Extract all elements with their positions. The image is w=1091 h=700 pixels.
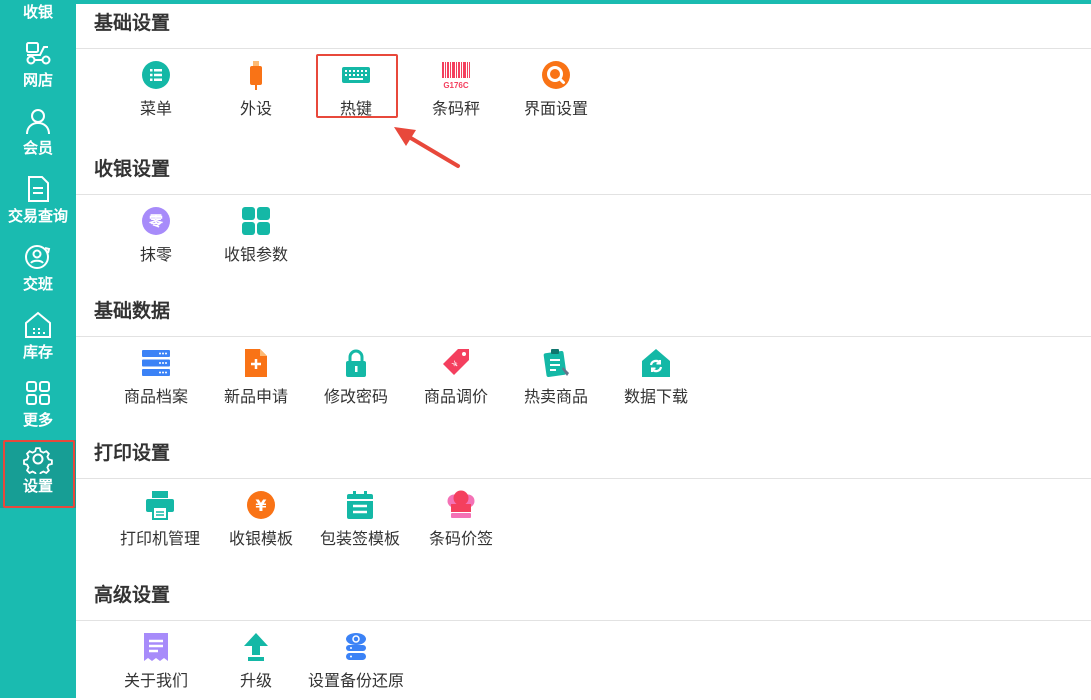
tile-upgrade[interactable]: 升级 bbox=[206, 628, 306, 700]
tile-about-us[interactable]: 关于我们 bbox=[106, 628, 206, 700]
section-title: 基础数据 bbox=[94, 300, 171, 322]
lock-icon bbox=[339, 346, 373, 380]
person-icon bbox=[23, 106, 53, 136]
sidebar-item-cashier[interactable]: 收银 bbox=[0, 0, 76, 26]
chef-hat-icon bbox=[444, 488, 478, 522]
tile-menu[interactable]: 菜单 bbox=[106, 56, 206, 128]
barcode-icon: G176C bbox=[439, 58, 473, 92]
tile-product-archive[interactable]: 商品档案 bbox=[106, 344, 206, 416]
sidebar-item-label: 收银 bbox=[22, 3, 53, 21]
divider bbox=[76, 620, 1091, 621]
tile-change-password[interactable]: 修改密码 bbox=[306, 344, 406, 416]
section-cashier-settings: 收银设置 零 抹零 收银参数 bbox=[76, 150, 1091, 292]
divider bbox=[76, 478, 1091, 479]
tile-cashier-params[interactable]: 收银参数 bbox=[206, 202, 306, 274]
refresh-house-icon bbox=[639, 346, 673, 380]
divider bbox=[76, 336, 1091, 337]
search-circle-icon bbox=[539, 58, 573, 92]
delivery-scooter-icon bbox=[23, 38, 53, 68]
section-basic-data: 基础数据 商品档案 新品申请 修改密码 ¥ 商品调价 热卖商品 数据下载 bbox=[76, 292, 1091, 434]
section-advanced-settings: 高级设置 关于我们 升级 设置备份还原 bbox=[76, 576, 1091, 698]
grid-icon bbox=[23, 378, 53, 408]
divider bbox=[76, 194, 1091, 195]
tile-cashier-template[interactable]: ¥ 收银模板 bbox=[211, 486, 311, 558]
sidebar-item-inventory[interactable]: 库存 bbox=[0, 306, 76, 374]
document-icon bbox=[23, 174, 53, 204]
cloud-database-icon bbox=[339, 630, 373, 664]
price-tag-icon: ¥ bbox=[439, 346, 473, 380]
divider bbox=[76, 48, 1091, 49]
section-title: 高级设置 bbox=[94, 584, 171, 606]
usb-device-icon bbox=[239, 58, 273, 92]
section-basic-settings: 基础设置 菜单 外设 热键 G176C 条码秤 界面设置 bbox=[76, 4, 1091, 168]
tile-product-price-adjust[interactable]: ¥ 商品调价 bbox=[406, 344, 506, 416]
zero-badge-icon: 零 bbox=[139, 204, 173, 238]
section-title: 基础设置 bbox=[94, 12, 171, 34]
sidebar-item-shift[interactable]: 交班 bbox=[0, 238, 76, 306]
tile-new-product-request[interactable]: 新品申请 bbox=[206, 344, 306, 416]
tile-barcode-price-label[interactable]: 条码价签 bbox=[411, 486, 511, 558]
warehouse-icon bbox=[23, 310, 53, 340]
tile-peripherals[interactable]: 外设 bbox=[206, 56, 306, 128]
zero-badge-icon-text: 零 bbox=[148, 213, 164, 230]
tile-backup-restore[interactable]: 设置备份还原 bbox=[306, 628, 406, 700]
tile-hot-products[interactable]: 热卖商品 bbox=[506, 344, 606, 416]
tile-data-download[interactable]: 数据下载 bbox=[606, 344, 706, 416]
menu-list-icon bbox=[139, 58, 173, 92]
sidebar-item-online-store[interactable]: 网店 bbox=[0, 34, 76, 102]
user-shift-icon bbox=[23, 242, 53, 272]
keyboard-icon bbox=[339, 58, 373, 92]
tile-printer-management[interactable]: 打印机管理 bbox=[110, 486, 210, 558]
sidebar-item-transactions[interactable]: 交易查询 bbox=[0, 170, 76, 238]
sidebar-item-settings[interactable]: 设置 bbox=[0, 440, 76, 508]
tile-interface-settings[interactable]: 界面设置 bbox=[506, 56, 606, 128]
server-stack-icon bbox=[139, 346, 173, 380]
barcode-icon-text: G176C bbox=[443, 81, 469, 90]
section-title: 收银设置 bbox=[94, 158, 171, 180]
settings-panel: 基础设置 菜单 外设 热键 G176C 条码秤 界面设置 收银设置 零 抹零 收… bbox=[76, 4, 1091, 698]
sidebar-item-more[interactable]: 更多 bbox=[0, 374, 76, 442]
yen-circle-icon: ¥ bbox=[244, 488, 278, 522]
sidebar-item-member[interactable]: 会员 bbox=[0, 102, 76, 170]
section-title: 打印设置 bbox=[94, 442, 171, 464]
upgrade-arrow-icon bbox=[239, 630, 273, 664]
gear-icon bbox=[23, 444, 53, 474]
clipboard-icon bbox=[539, 346, 573, 380]
section-print-settings: 打印设置 打印机管理 ¥ 收银模板 包装签模板 条码价签 bbox=[76, 434, 1091, 576]
sidebar: 收银 网店 会员 交易查询 交班 库存 更多 设置 bbox=[0, 0, 76, 698]
tile-round-off[interactable]: 零 抹零 bbox=[106, 202, 206, 274]
four-squares-icon bbox=[239, 204, 273, 238]
file-plus-icon bbox=[239, 346, 273, 380]
printer-icon bbox=[143, 488, 177, 522]
calendar-list-icon bbox=[343, 488, 377, 522]
receipt-icon bbox=[139, 630, 173, 664]
tile-package-label-template[interactable]: 包装签模板 bbox=[310, 486, 410, 558]
yen-circle-icon-text: ¥ bbox=[255, 496, 266, 515]
